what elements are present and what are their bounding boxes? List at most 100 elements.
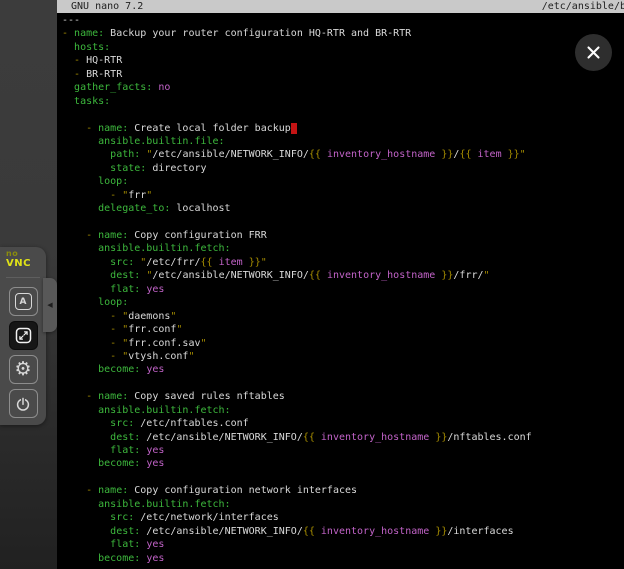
panel-divider bbox=[6, 277, 40, 278]
code-token: vtysh.conf bbox=[128, 351, 188, 362]
code-line: dest: "/etc/ansible/NETWORK_INFO/{{ inve… bbox=[62, 270, 532, 283]
code-token: - bbox=[74, 69, 86, 80]
code-token: - bbox=[74, 55, 86, 66]
novnc-logo-no: no bbox=[6, 250, 46, 258]
code-token bbox=[62, 96, 74, 107]
code-token: path: bbox=[110, 149, 140, 160]
code-line: - "frr.conf" bbox=[62, 324, 532, 337]
code-token: " bbox=[188, 351, 194, 362]
code-line: become: yes bbox=[62, 458, 532, 471]
power-button[interactable] bbox=[9, 389, 38, 418]
code-line: ansible.builtin.fetch: bbox=[62, 405, 532, 418]
code-token: ansible.builtin.fetch: bbox=[98, 405, 230, 416]
code-token bbox=[62, 55, 74, 66]
code-token: {{ bbox=[303, 526, 315, 537]
code-token: }} bbox=[441, 270, 453, 281]
code-token bbox=[62, 163, 110, 174]
code-token: " bbox=[176, 324, 182, 335]
code-token: }} bbox=[441, 149, 453, 160]
code-line: - name: Copy saved rules nftables bbox=[62, 391, 532, 404]
code-line: - name: Copy configuration FRR bbox=[62, 230, 532, 243]
code-token: ansible.builtin.fetch: bbox=[98, 499, 230, 510]
code-token bbox=[62, 539, 110, 550]
code-line bbox=[62, 217, 532, 230]
code-token: inventory_hostname bbox=[315, 526, 435, 537]
keyboard-button[interactable]: A bbox=[9, 287, 38, 316]
code-token: name: bbox=[98, 391, 128, 402]
code-token: become: bbox=[98, 553, 140, 564]
code-token: - " bbox=[110, 311, 128, 322]
code-token: - bbox=[86, 391, 98, 402]
code-token: /etc/nftables.conf bbox=[134, 418, 248, 429]
code-line bbox=[62, 472, 532, 485]
code-token bbox=[62, 257, 110, 268]
code-token bbox=[62, 297, 98, 308]
close-button[interactable] bbox=[575, 34, 612, 71]
code-token: - bbox=[86, 230, 98, 241]
code-line: - BR-RTR bbox=[62, 69, 532, 82]
code-line: flat: yes bbox=[62, 284, 532, 297]
code-line: - "daemons" bbox=[62, 311, 532, 324]
code-token: Copy saved rules nftables bbox=[128, 391, 285, 402]
code-token: - " bbox=[110, 190, 128, 201]
code-token: name: bbox=[98, 485, 128, 496]
code-line: ansible.builtin.fetch: bbox=[62, 243, 532, 256]
file-path: /etc/ansible/b bbox=[542, 0, 624, 13]
code-token bbox=[62, 418, 110, 429]
panel-collapse-handle[interactable]: ◀ bbox=[43, 278, 57, 332]
code-token: Create local folder backup bbox=[128, 123, 291, 134]
code-token: /etc/ansible/NETWORK_INFO/ bbox=[140, 432, 303, 443]
code-line: - "frr" bbox=[62, 190, 532, 203]
code-token: - bbox=[86, 123, 98, 134]
code-line: --- bbox=[62, 15, 532, 28]
editor-content[interactable]: ---- name: Backup your router configurat… bbox=[62, 15, 532, 566]
code-line: loop: bbox=[62, 297, 532, 310]
code-line: dest: /etc/ansible/NETWORK_INFO/{{ inven… bbox=[62, 432, 532, 445]
code-token: ansible.builtin.file: bbox=[98, 136, 224, 147]
code-token bbox=[62, 311, 110, 322]
code-token: dest: bbox=[110, 270, 140, 281]
code-line: state: directory bbox=[62, 163, 532, 176]
code-line: src: /etc/nftables.conf bbox=[62, 418, 532, 431]
code-token bbox=[62, 338, 110, 349]
code-token: dest: bbox=[110, 432, 140, 443]
desktop-background-strip: no VNC A⚙ ◀ bbox=[0, 0, 57, 569]
code-token: name: bbox=[74, 28, 104, 39]
code-line: flat: yes bbox=[62, 445, 532, 458]
code-token: ansible.builtin.fetch: bbox=[98, 243, 230, 254]
code-token bbox=[62, 458, 98, 469]
code-token: name: bbox=[98, 123, 128, 134]
settings-button[interactable]: ⚙ bbox=[9, 355, 38, 384]
code-token: {{ bbox=[309, 149, 321, 160]
close-icon bbox=[586, 45, 601, 60]
code-line: - name: Create local folder backup bbox=[62, 123, 532, 136]
code-token: /etc/ansible/NETWORK_INFO/ bbox=[140, 526, 303, 537]
nano-titlebar: GNU nano 7.2 /etc/ansible/b bbox=[57, 0, 624, 13]
gear-icon: ⚙ bbox=[14, 360, 31, 379]
code-token: /etc/frr/ bbox=[146, 257, 200, 268]
code-line: hosts: bbox=[62, 42, 532, 55]
code-token: {{ bbox=[303, 432, 315, 443]
code-token: yes bbox=[146, 539, 164, 550]
code-token: " bbox=[170, 311, 176, 322]
code-token: name: bbox=[98, 230, 128, 241]
code-token: directory bbox=[146, 163, 206, 174]
code-token: loop: bbox=[98, 176, 128, 187]
code-line: - "frr.conf.sav" bbox=[62, 338, 532, 351]
code-token bbox=[62, 270, 110, 281]
code-token: /interfaces bbox=[447, 526, 513, 537]
code-token: }} bbox=[435, 526, 447, 537]
terminal: GNU nano 7.2 /etc/ansible/b ---- name: B… bbox=[57, 0, 624, 569]
code-token: item bbox=[471, 149, 507, 160]
code-line bbox=[62, 109, 532, 122]
code-line: become: yes bbox=[62, 553, 532, 566]
code-line: tasks: bbox=[62, 96, 532, 109]
fullscreen-button[interactable] bbox=[9, 321, 38, 350]
code-token: - bbox=[86, 485, 98, 496]
code-token: yes bbox=[146, 445, 164, 456]
code-token bbox=[62, 243, 98, 254]
code-line: flat: yes bbox=[62, 539, 532, 552]
code-token: flat: bbox=[110, 539, 140, 550]
code-token bbox=[62, 176, 98, 187]
code-token bbox=[62, 526, 110, 537]
